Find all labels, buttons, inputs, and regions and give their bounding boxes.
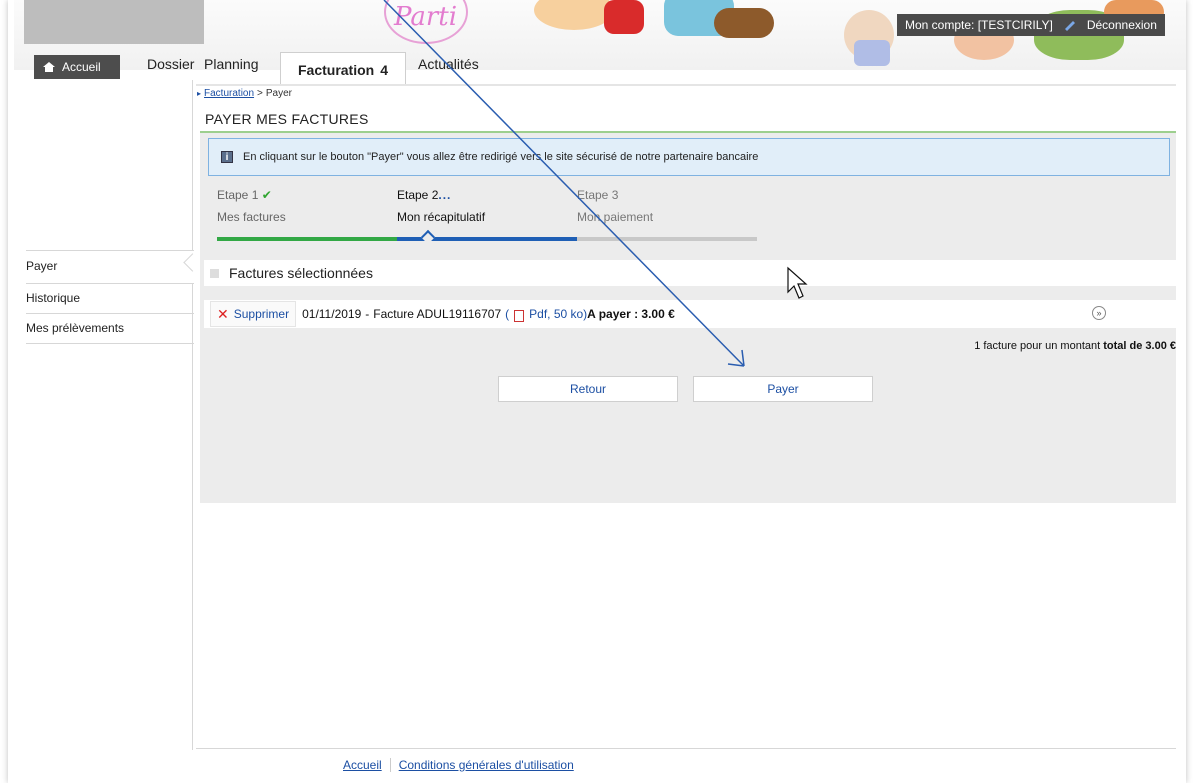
- banner-illustration: [854, 40, 890, 66]
- pdf-open-paren: (: [505, 307, 510, 321]
- invoice-pdf-link[interactable]: Pdf, 50 ko): [529, 307, 587, 321]
- invoice-amount: A payer : 3.00 €: [587, 307, 675, 321]
- total-amount: total de 3.00 €: [1103, 340, 1176, 352]
- nav-home-label: Accueil: [62, 60, 101, 74]
- breadcrumb-link-facturation[interactable]: Facturation: [204, 88, 254, 99]
- banner-illustration: [534, 0, 614, 30]
- info-icon: i: [221, 151, 233, 163]
- check-icon: ✔: [261, 188, 272, 202]
- footer: Accueil Conditions générales d'utilisati…: [343, 758, 574, 772]
- info-banner: i En cliquant sur le bouton "Payer" vous…: [208, 138, 1170, 176]
- delete-label: Supprimer: [233, 307, 290, 321]
- tab-facturation[interactable]: Facturation 4: [280, 52, 406, 86]
- expand-chevron-icon[interactable]: »: [1092, 306, 1106, 320]
- footer-divider: [196, 748, 1176, 749]
- tab-facturation-badge: 4: [380, 61, 389, 78]
- page-title: PAYER MES FACTURES: [205, 111, 369, 127]
- pen-icon: [1064, 21, 1075, 31]
- footer-separator: [389, 758, 391, 772]
- tab-dossier[interactable]: Dossier: [147, 56, 194, 72]
- banner-illustration: [604, 0, 644, 34]
- pdf-icon: [514, 310, 525, 322]
- logout-link[interactable]: Déconnexion: [1087, 14, 1157, 36]
- breadcrumb: ▸ Facturation > Payer: [197, 88, 292, 99]
- step-1-label: Etape 1 ✔: [217, 188, 272, 202]
- total-prefix: 1 facture pour un montant: [974, 340, 1101, 352]
- banner-placeholder: [24, 0, 204, 44]
- step-3-name: Mon paiement: [577, 210, 654, 224]
- footer-terms-link[interactable]: Conditions générales d'utilisation: [399, 758, 574, 772]
- back-button[interactable]: Retour: [498, 376, 678, 402]
- account-bar: Mon compte: [TESTCIRILY] Déconnexion: [897, 14, 1165, 36]
- info-message: En cliquant sur le bouton "Payer" vous a…: [243, 151, 759, 163]
- sidebar-divider: [192, 80, 193, 750]
- account-label[interactable]: Mon compte: [TESTCIRILY]: [905, 14, 1053, 36]
- sidebar-item-prelevements[interactable]: Mes prélèvements: [26, 314, 194, 344]
- selected-invoices-title: Factures sélectionnées: [229, 265, 373, 281]
- sidebar-item-payer[interactable]: Payer: [26, 250, 194, 284]
- step-2-name: Mon récapitulatif: [397, 210, 486, 224]
- tab-planning[interactable]: Planning: [204, 56, 259, 72]
- breadcrumb-current: Payer: [265, 88, 293, 99]
- selected-invoices-header: Factures sélectionnées: [204, 260, 1176, 286]
- close-icon: ✕: [217, 305, 229, 322]
- delete-invoice-button[interactable]: ✕ Supprimer: [210, 301, 297, 327]
- footer-home-link[interactable]: Accueil: [343, 758, 382, 772]
- tab-actualites[interactable]: Actualités: [418, 56, 479, 72]
- house-icon: [43, 62, 55, 72]
- sidebar-item-historique[interactable]: Historique: [26, 284, 194, 314]
- step-2-title: Etape 2: [397, 188, 439, 202]
- ellipsis-icon: ...: [438, 188, 452, 202]
- invoice-dash: -: [365, 307, 370, 321]
- breadcrumb-separator: >: [257, 88, 263, 99]
- breadcrumb-arrow-icon: ▸: [197, 89, 202, 98]
- square-bullet-icon: [210, 268, 219, 278]
- step-1-name: Mes factures: [217, 210, 286, 224]
- nav-home-button[interactable]: Accueil: [34, 55, 120, 79]
- banner-logo-text: Parti: [394, 2, 458, 32]
- step-2-label: Etape 2...: [397, 188, 451, 202]
- step-1-title: Etape 1: [217, 188, 259, 202]
- total-summary: 1 facture pour un montant total de 3.00 …: [974, 340, 1176, 352]
- progress-done-segment: [217, 237, 397, 241]
- invoice-number: Facture ADUL19116707: [373, 307, 502, 321]
- banner-illustration: [714, 8, 774, 38]
- invoice-row: ✕ Supprimer 01/11/2019 - Facture ADUL191…: [204, 300, 1176, 328]
- tab-facturation-label: Facturation: [297, 61, 375, 78]
- step-3-label: Etape 3: [577, 188, 619, 202]
- steps-progress-bar: [217, 237, 757, 241]
- invoice-date: 01/11/2019: [302, 307, 362, 321]
- nav-divider: [196, 84, 1176, 86]
- pay-button[interactable]: Payer: [693, 376, 873, 402]
